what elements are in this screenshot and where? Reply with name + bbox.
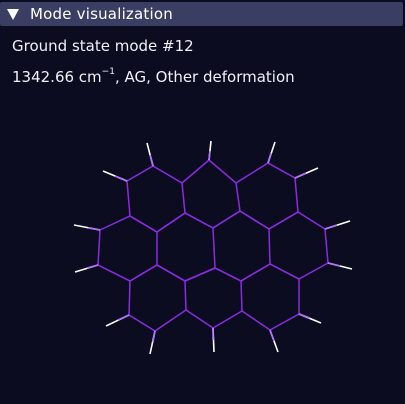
h-bond <box>114 175 128 182</box>
h-bond <box>86 264 99 269</box>
ring <box>128 264 187 332</box>
ring <box>184 267 243 329</box>
ring <box>181 159 241 229</box>
h-bond <box>152 330 156 343</box>
ring <box>97 215 158 282</box>
carbon-bonds <box>97 159 329 332</box>
h-bond <box>87 227 101 231</box>
h-bond <box>117 314 130 321</box>
molecule-view[interactable] <box>0 0 405 404</box>
ring <box>240 263 300 331</box>
h-bond <box>269 329 275 342</box>
h-bond <box>324 224 338 230</box>
ring <box>126 165 186 233</box>
h-bond <box>294 172 307 179</box>
h-bond <box>208 150 211 161</box>
ring <box>268 211 329 280</box>
h-bond <box>149 154 154 167</box>
hydrogen-bonds <box>73 140 353 355</box>
h-bond <box>267 152 272 164</box>
h-bond <box>298 313 311 319</box>
ring <box>235 162 299 230</box>
h-bond <box>327 262 341 267</box>
